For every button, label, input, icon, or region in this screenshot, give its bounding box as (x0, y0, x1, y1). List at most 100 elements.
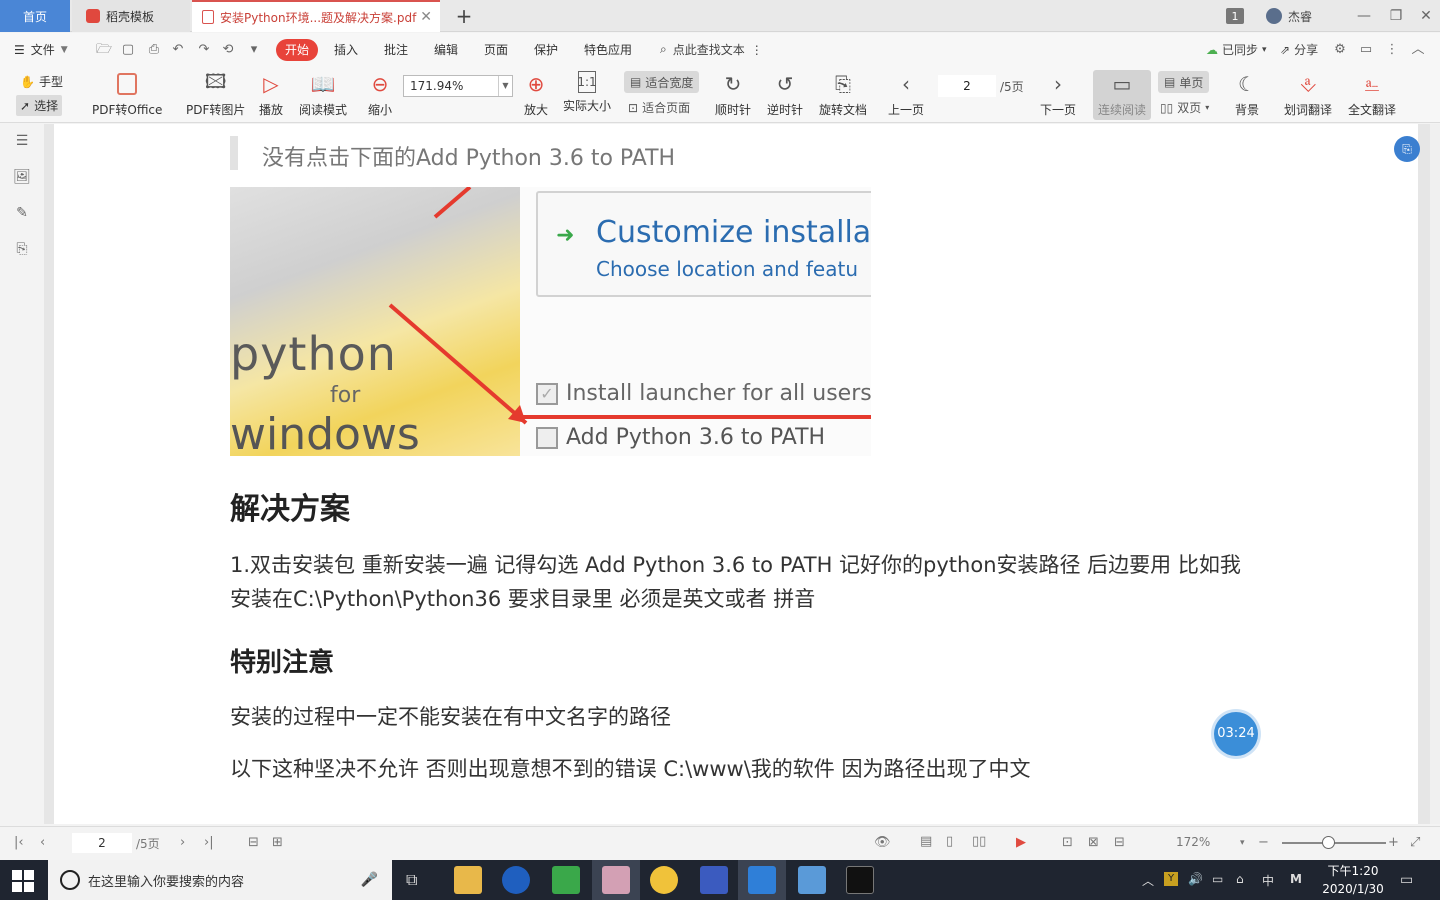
fit-page-icon[interactable]: ⊠ (1088, 835, 1099, 850)
play-button[interactable]: ▷ 播放 (258, 71, 284, 118)
app-icon[interactable] (602, 866, 630, 894)
first-page-icon[interactable]: |‹ (14, 835, 24, 850)
window-count-badge[interactable]: 1 (1226, 8, 1244, 24)
page-back-icon[interactable]: ⊟ (248, 835, 259, 850)
menu-edit[interactable]: 编辑 (434, 41, 458, 58)
new-tab-button[interactable]: + (452, 5, 476, 27)
network-icon[interactable]: ⌂ (1236, 872, 1244, 886)
tab-home[interactable]: 首页 (0, 0, 70, 32)
scrollbar[interactable] (1430, 124, 1440, 824)
status-page-input[interactable]: 2 (72, 833, 132, 853)
edge-browser-icon[interactable] (502, 866, 530, 894)
zoom-select[interactable]: 171.94% ▼ (403, 75, 513, 97)
status-zoom-value[interactable]: 172% (1176, 835, 1210, 849)
tab-document[interactable]: 安装Python环境...题及解决方案.pdf ✕ (192, 0, 440, 32)
rotate-document-button[interactable]: ⎘ 旋转文档 (819, 71, 867, 118)
zoom-slider-handle[interactable] (1322, 836, 1335, 849)
volume-icon[interactable]: 🔊 (1188, 872, 1203, 886)
pdf-to-office-button[interactable]: PDF转Office (92, 71, 162, 118)
app-icon[interactable] (650, 866, 678, 894)
select-tool[interactable]: ➚ 选择 (16, 95, 63, 116)
quick-access-more-icon[interactable]: ▾ (246, 42, 262, 58)
next-page-icon[interactable]: › (180, 835, 185, 850)
tray-app-icon[interactable]: Y (1164, 872, 1178, 886)
file-menu[interactable]: ☰ 文件 ▼ (14, 41, 68, 58)
page-forward-icon[interactable]: ⊞ (272, 835, 283, 850)
fit-width-button[interactable]: ▤ 适合宽度 (624, 71, 700, 93)
notification-icon[interactable]: ▭ (1400, 872, 1413, 888)
print-icon[interactable]: ⎙ (146, 42, 162, 58)
rotate-ccw-button[interactable]: ↺ 逆时针 (767, 71, 803, 118)
continuous-read-button[interactable]: ▭ 连续阅读 (1098, 71, 1146, 118)
single-page-button[interactable]: ▤ 单页 (1158, 71, 1210, 93)
page-number-input[interactable]: 2 (938, 75, 996, 97)
settings-icon[interactable]: ⚙ (1332, 42, 1348, 58)
ime-indicator[interactable]: 中 (1262, 872, 1274, 889)
ime-mode-indicator[interactable]: M (1290, 872, 1302, 886)
find-text[interactable]: ⌕ 点此查找文本 ⋮ (660, 41, 763, 58)
redo-icon[interactable]: ↷ (196, 42, 212, 58)
app-icon[interactable] (552, 866, 580, 894)
microphone-icon[interactable]: 🎤 (361, 872, 378, 888)
recording-timer[interactable]: 03:24 (1214, 712, 1258, 756)
eye-care-icon[interactable]: 👁 (874, 835, 891, 850)
open-icon[interactable]: 🗁 (96, 42, 112, 58)
single-view-icon[interactable]: ▯ (946, 834, 953, 849)
taskbar-search[interactable]: 在这里输入你要搜索的内容 🎤 (48, 860, 392, 900)
chevron-down-icon[interactable]: ▾ (1240, 838, 1245, 848)
floating-tool-icon[interactable]: ⎘ (1394, 136, 1420, 162)
full-translate-button[interactable]: ⎁ 全文翻译 (1348, 71, 1396, 118)
user-account[interactable]: 杰睿 (1266, 0, 1312, 32)
prev-page-button[interactable]: ‹ 上一页 (888, 71, 924, 118)
signature-icon[interactable]: ✎ (13, 204, 31, 222)
menu-protect[interactable]: 保护 (534, 41, 558, 58)
next-page-button[interactable]: › 下一页 (1040, 71, 1076, 118)
minimize-icon[interactable]: — (1354, 6, 1374, 26)
play-icon[interactable]: ▶ (1016, 835, 1026, 850)
background-button[interactable]: ☾ 背景 (1234, 71, 1260, 118)
pdf-to-image-button[interactable]: 🖾 PDF转图片 (186, 69, 245, 118)
sync-status[interactable]: ☁ 已同步 ▾ (1206, 41, 1267, 58)
outline-icon[interactable]: ☰ (13, 132, 31, 150)
undo-icon[interactable]: ↶ (170, 42, 186, 58)
menu-insert[interactable]: 插入 (334, 41, 358, 58)
word-translate-button[interactable]: ⎀ 划词翻译 (1284, 71, 1332, 118)
share-button[interactable]: ⇗ 分享 (1280, 41, 1318, 58)
app-icon[interactable] (798, 866, 826, 894)
double-page-button[interactable]: ▯▯ 双页 ▾ (1160, 99, 1209, 116)
battery-icon[interactable]: ▭ (1212, 872, 1223, 886)
menu-page[interactable]: 页面 (484, 41, 508, 58)
zoom-out-button[interactable]: ⊖ 缩小 (367, 71, 393, 118)
tab-template[interactable]: 稻壳模板 (72, 0, 190, 32)
wps-taskbar-icon[interactable] (748, 866, 776, 894)
show-hidden-icons[interactable]: ︿ (1142, 872, 1154, 889)
zoom-in-icon[interactable]: + (1388, 835, 1399, 850)
attachment-icon[interactable]: ⎘ (13, 240, 31, 258)
read-mode-button[interactable]: 📖 阅读模式 (299, 71, 347, 118)
hand-tool[interactable]: ✋ 手型 (20, 73, 63, 90)
menu-start[interactable]: 开始 (276, 39, 318, 61)
restore-icon[interactable]: ❐ (1386, 6, 1406, 26)
actual-size-button[interactable]: 1:1 实际大小 (563, 71, 611, 114)
terminal-icon[interactable] (846, 866, 874, 894)
prev-page-icon[interactable]: ‹ (40, 835, 45, 850)
zoom-out-icon[interactable]: − (1258, 835, 1269, 850)
collapse-ribbon-icon[interactable]: ︿ (1410, 42, 1426, 58)
thumbnail-icon[interactable]: 🖼 (13, 168, 31, 186)
last-page-icon[interactable]: ›| (204, 835, 214, 850)
fit-actual-icon[interactable]: ⊡ (1062, 835, 1073, 850)
file-explorer-icon[interactable] (454, 866, 482, 894)
fit-width-icon[interactable]: ⊟ (1114, 835, 1125, 850)
save-icon[interactable]: ▢ (120, 42, 136, 58)
app-icon[interactable] (700, 866, 728, 894)
menu-annotate[interactable]: 批注 (384, 41, 408, 58)
continuous-view-icon[interactable]: ▤ (920, 834, 932, 849)
more-options-icon[interactable]: ⋮ (1384, 42, 1400, 58)
close-window-icon[interactable]: ✕ (1416, 6, 1436, 26)
close-tab-icon[interactable]: ✕ (420, 9, 432, 25)
menu-features[interactable]: 特色应用 (584, 41, 632, 58)
system-clock[interactable]: 下午1:20 2020/1/30 (1318, 862, 1388, 898)
fit-page-button[interactable]: ⊡ 适合页面 (628, 99, 690, 116)
windows-start-icon[interactable] (12, 870, 34, 892)
zoom-in-button[interactable]: ⊕ 放大 (523, 71, 549, 118)
